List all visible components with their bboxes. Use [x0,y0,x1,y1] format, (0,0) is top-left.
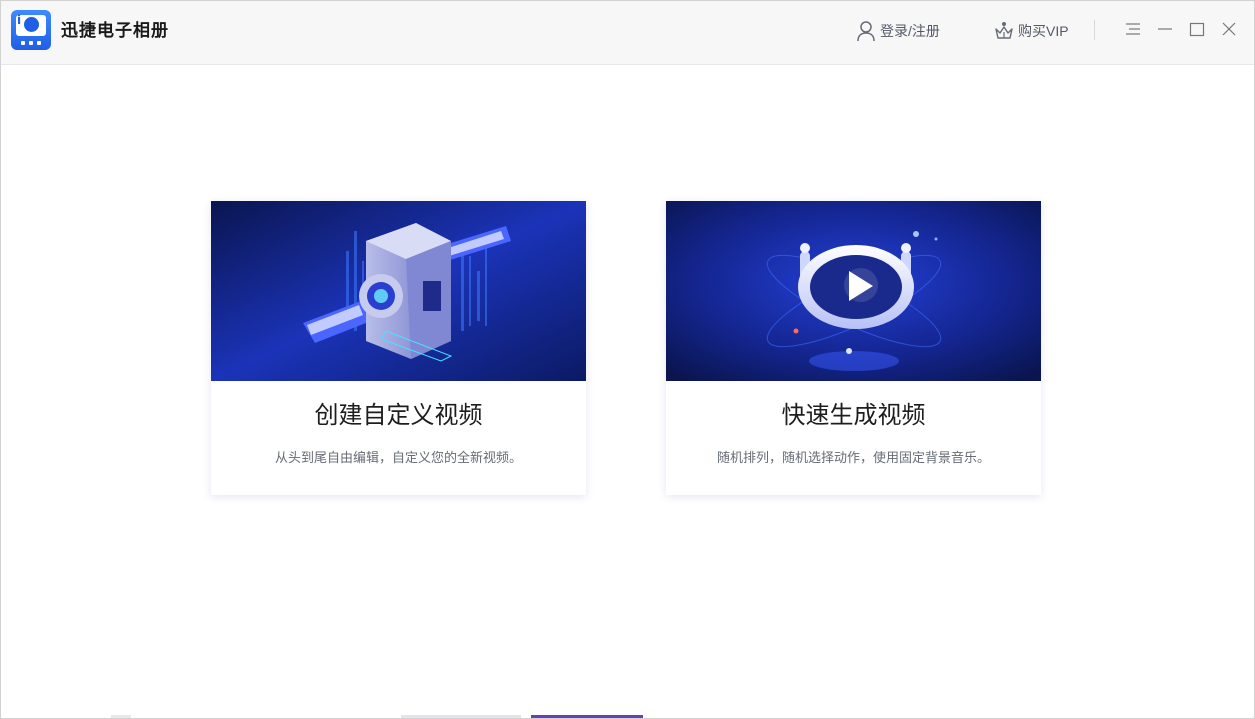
minimize-button[interactable] [1156,19,1174,41]
login-button[interactable]: 登录/注册 [856,17,940,45]
logo-i-mark: i [17,13,22,27]
film-machine-illustration [211,201,586,381]
menu-button[interactable] [1124,19,1142,41]
app-title: 迅捷电子相册 [61,21,169,40]
maximize-button[interactable] [1188,19,1206,41]
vip-label: 购买VIP [1018,23,1069,39]
app-window: i 迅捷电子相册 登录/注册 购买VIP 创建自定义视频 从头到尾自由编辑，自定… [0,0,1255,719]
quick-video-title: 快速生成视频 [781,402,926,429]
quick-video-desc: 随机排列，随机选择动作，使用固定背景音乐。 [716,450,990,465]
crown-icon [995,22,1013,39]
quick-video-card[interactable]: 快速生成视频 随机排列，随机选择动作，使用固定背景音乐。 [666,201,1041,495]
minimize-icon [1158,28,1172,30]
user-icon [857,21,875,42]
login-label: 登录/注册 [880,23,940,39]
maximize-icon [1189,22,1205,37]
app-logo: i [11,10,51,50]
close-icon [1222,22,1236,36]
logo-lens [24,17,39,32]
custom-video-desc: 从头到尾自由编辑，自定义您的全新视频。 [274,450,522,465]
custom-video-banner [211,201,586,381]
title-bar: i 迅捷电子相册 登录/注册 购买VIP [1,1,1254,65]
custom-video-title: 创建自定义视频 [314,402,483,429]
close-button[interactable] [1220,19,1238,41]
quick-video-banner [666,201,1041,381]
play-robot-illustration [666,201,1041,381]
titlebar-divider [1094,20,1095,40]
custom-video-card[interactable]: 创建自定义视频 从头到尾自由编辑，自定义您的全新视频。 [211,201,586,495]
bottom-edge-strip [111,715,643,718]
logo-dots [21,41,41,45]
menu-icon [1126,23,1140,35]
buy-vip-button[interactable]: 购买VIP [994,17,1069,45]
